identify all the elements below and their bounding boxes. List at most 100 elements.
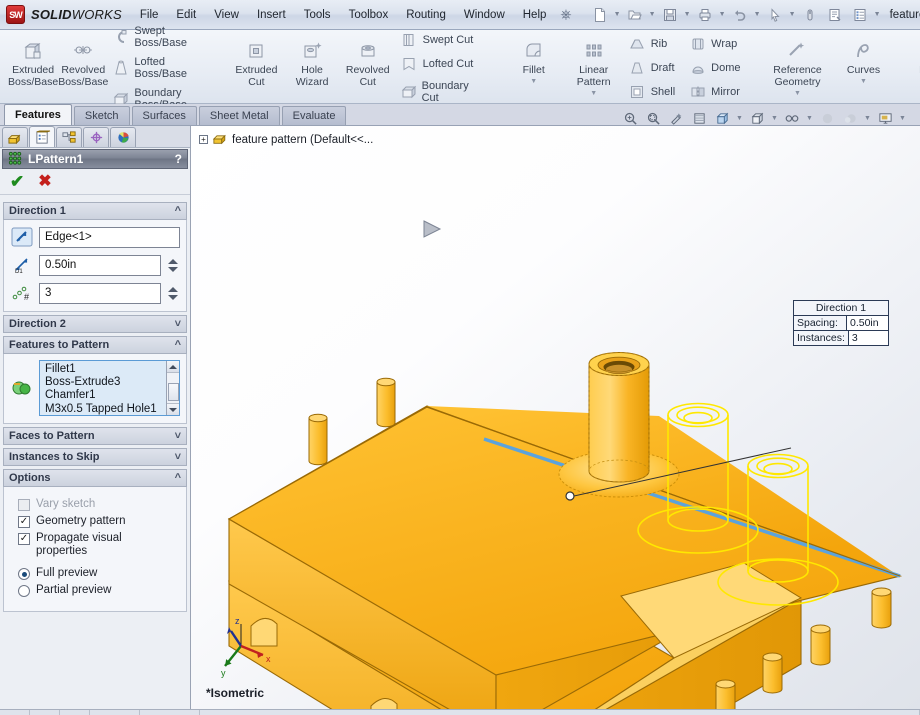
revolved-cut-button[interactable]: Revolved Cut [340,32,396,103]
vary-sketch-checkbox[interactable] [18,499,30,511]
tab-sketch[interactable]: Sketch [73,106,130,125]
option-partial-preview[interactable]: Partial preview [18,584,180,597]
fillet-button[interactable]: Fillet ▼ [504,32,564,103]
dome-button[interactable]: Dome [686,56,747,79]
help-balloon-icon[interactable]: ⎈ [560,6,571,23]
pattern-callout[interactable]: Direction 1 Spacing: 0.50in Instances: 3 [793,300,889,346]
rib-button[interactable]: Rib [626,32,682,55]
zoom-to-area-icon[interactable] [643,109,663,127]
features-to-pattern-icon[interactable] [10,377,34,399]
chevron-down-icon[interactable]: ▼ [683,11,692,18]
option-full-preview[interactable]: Full preview [18,567,180,580]
zoom-to-fit-icon[interactable] [620,109,640,127]
swept-boss-base-button[interactable]: Swept Boss/Base [110,22,214,52]
tab-sheet-metal[interactable]: Sheet Metal [198,106,280,125]
spacing-stepper[interactable] [166,255,180,276]
extruded-boss-base-button[interactable]: Extruded Boss/Base [8,32,58,103]
callout-spacing-value[interactable]: 0.50in [846,316,888,330]
view-settings-icon[interactable] [875,109,895,127]
chevron-down-icon[interactable]: ˅ [175,430,181,442]
boundary-cut-button[interactable]: Boundary Cut [398,77,490,107]
option-vary-sketch[interactable]: Vary sketch [18,498,180,511]
scroll-down-icon[interactable] [166,403,179,415]
reference-geometry-button[interactable]: Reference Geometry ▼ [762,32,834,103]
edit-appearance-icon[interactable] [817,109,837,127]
list-item[interactable]: M3x0.5 Tapped Hole1 [45,403,166,415]
select-arrow-icon[interactable] [763,3,787,27]
display-manager-tab[interactable] [110,127,136,147]
propagate-visual-properties-checkbox[interactable]: ✓ [18,533,30,545]
expand-tree-icon[interactable]: + [199,135,208,144]
linear-pattern-button[interactable]: Linear Pattern ▼ [564,32,624,103]
lofted-cut-button[interactable]: Lofted Cut [398,53,490,76]
option-geometry-pattern[interactable]: ✓ Geometry pattern [18,515,180,528]
chevron-down-icon[interactable]: ▼ [898,115,907,122]
instant3d-button[interactable]: Instant3D [906,32,920,103]
dimxpert-manager-tab[interactable] [83,127,109,147]
section-view-icon[interactable] [689,109,709,127]
save-icon[interactable] [658,3,682,27]
menu-toolbox[interactable]: Toolbox [341,4,397,26]
print-icon[interactable] [693,3,717,27]
fillet-dropdown-icon[interactable]: ▼ [530,78,537,86]
wrap-button[interactable]: Wrap [686,32,747,55]
hole-wizard-button[interactable]: Hole Wizard [284,32,340,103]
reference-geometry-dropdown-icon[interactable]: ▼ [794,90,801,98]
callout-instances-value[interactable]: 3 [847,331,888,345]
breadcrumb-label[interactable]: feature pattern (Default<<... [232,134,373,146]
configuration-manager-tab[interactable] [56,127,82,147]
undo-icon[interactable] [728,3,752,27]
features-to-pattern-list[interactable]: Fillet1 Boss-Extrude3 Chamfer1 M3x0.5 Ta… [39,360,180,416]
hide-show-items-icon[interactable] [782,109,802,127]
chevron-down-icon[interactable]: ▼ [788,11,797,18]
features-list-scrollbar[interactable] [166,361,179,415]
extruded-cut-button[interactable]: Extruded Cut [229,32,285,103]
geometry-pattern-checkbox[interactable]: ✓ [18,516,30,528]
section-header-direction-1[interactable]: Direction 1 ^ [3,202,187,220]
section-header-direction-2[interactable]: Direction 2 ˅ [3,315,187,333]
feature-manager-tree-tab[interactable] [2,127,28,147]
model-viewport[interactable]: x y z [191,126,920,709]
chevron-down-icon[interactable]: ▼ [805,115,814,122]
revolved-boss-base-button[interactable]: Revolved Boss/Base [58,32,108,103]
instances-stepper[interactable] [166,283,180,304]
section-header-faces-to-pattern[interactable]: Faces to Pattern ˅ [3,427,187,445]
menu-routing[interactable]: Routing [398,4,454,26]
partial-preview-radio[interactable] [18,585,30,597]
open-document-icon[interactable] [623,3,647,27]
mirror-button[interactable]: Mirror [686,80,747,103]
chevron-up-icon[interactable]: ^ [175,205,181,217]
ok-button[interactable]: ✔ [10,173,24,190]
chevron-down-icon[interactable]: ▼ [648,11,657,18]
chevron-up-icon[interactable]: ^ [175,472,181,484]
breadcrumb[interactable]: + feature pattern (Default<<... [199,131,373,148]
menu-tools[interactable]: Tools [296,4,339,26]
full-preview-radio[interactable] [18,568,30,580]
drag-handle-icon[interactable] [423,220,442,238]
chevron-down-icon[interactable]: ▼ [753,11,762,18]
curves-button[interactable]: Curves ▼ [834,32,894,103]
linear-pattern-dropdown-icon[interactable]: ▼ [590,90,597,98]
chevron-down-icon[interactable]: ▼ [873,11,882,18]
chevron-down-icon[interactable]: ▼ [718,11,727,18]
chevron-up-icon[interactable]: ^ [175,339,181,351]
tab-evaluate[interactable]: Evaluate [281,106,347,125]
list-item[interactable]: Boss-Extrude3 [45,376,166,389]
list-item[interactable]: Chamfer1 [45,389,166,402]
chevron-down-icon[interactable]: ▼ [770,115,779,122]
help-icon[interactable]: ? [175,152,182,166]
graphics-area[interactable]: x y z *Isometric [191,126,920,709]
instances-field[interactable]: 3 [39,282,161,304]
menu-help[interactable]: Help [515,4,555,26]
menu-window[interactable]: Window [456,4,513,26]
file-properties-icon[interactable] [848,3,872,27]
scroll-up-icon[interactable] [166,361,179,373]
chevron-down-icon[interactable]: ▼ [613,11,622,18]
scrollbar-thumb[interactable] [167,383,179,401]
chevron-down-icon[interactable]: ▼ [735,115,744,122]
list-item[interactable]: Fillet1 [45,363,166,376]
direction-arrow-icon[interactable] [10,226,34,248]
menu-insert[interactable]: Insert [249,4,294,26]
chevron-down-icon[interactable]: ▼ [863,115,872,122]
cancel-button[interactable]: ✖ [38,173,51,190]
